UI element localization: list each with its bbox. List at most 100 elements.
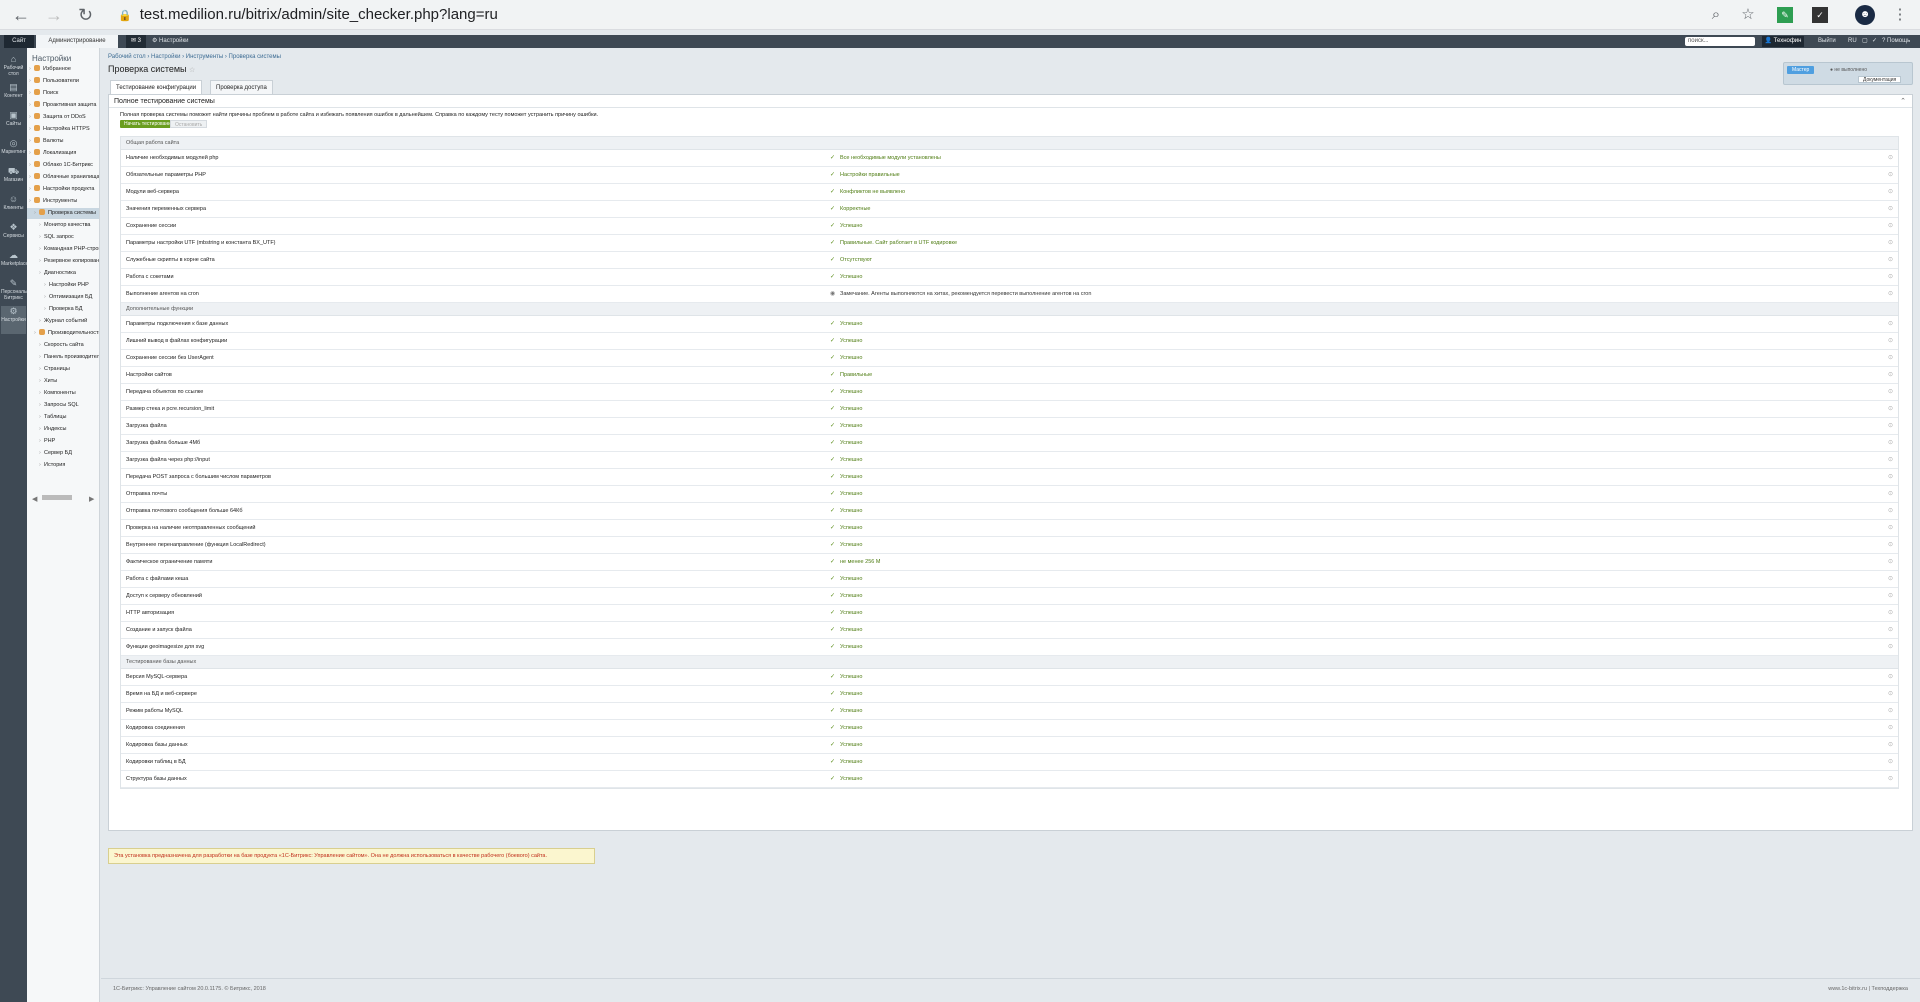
menu-item[interactable]: › Валюты bbox=[27, 136, 99, 147]
help-icon[interactable]: ⊙ bbox=[1888, 520, 1893, 536]
help-icon[interactable]: ⊙ bbox=[1888, 435, 1893, 451]
help-icon[interactable]: ⊙ bbox=[1888, 167, 1893, 183]
checklist-extension-icon[interactable]: ✓ bbox=[1812, 7, 1828, 23]
favorite-star-icon[interactable]: ☆ bbox=[189, 67, 195, 74]
help-icon[interactable]: ⊙ bbox=[1888, 286, 1893, 302]
menu-item[interactable]: › Инструменты bbox=[27, 196, 99, 207]
help-icon[interactable]: ⊙ bbox=[1888, 218, 1893, 234]
menu-item[interactable]: › Облако 1С-Битрикс bbox=[27, 160, 99, 171]
tab-site[interactable]: Сайт bbox=[4, 35, 34, 48]
menu-icon[interactable]: ⋮ bbox=[1889, 4, 1911, 26]
breadcrumb-item[interactable]: Рабочий стол bbox=[108, 54, 146, 60]
menu-item[interactable]: › Компоненты bbox=[27, 388, 99, 399]
star-icon[interactable]: ☆ bbox=[1737, 4, 1759, 26]
menu-item[interactable]: › Страницы bbox=[27, 364, 99, 375]
user-menu[interactable]: 👤 Технофин bbox=[1762, 36, 1804, 47]
help-icon[interactable]: ⊙ bbox=[1888, 235, 1893, 251]
menu-item[interactable]: › Поиск bbox=[27, 88, 99, 99]
help-icon[interactable]: ⊙ bbox=[1888, 469, 1893, 485]
nav-services[interactable]: ❖ Сервисы bbox=[1, 222, 26, 250]
menu-item[interactable]: › Сервер БД bbox=[27, 448, 99, 459]
help-icon[interactable]: ⊙ bbox=[1888, 486, 1893, 502]
nav-personal-bitrix[interactable]: ✎ Персональный Битрикс bbox=[1, 278, 36, 306]
menu-item[interactable]: › История bbox=[27, 460, 99, 471]
nav-marketplace[interactable]: ☁ Marketplace bbox=[1, 250, 28, 278]
help-icon[interactable]: ⊙ bbox=[1888, 605, 1893, 621]
help-icon[interactable]: ⊙ bbox=[1888, 503, 1893, 519]
menu-item[interactable]: › Облачные хранилища bbox=[27, 172, 99, 183]
menu-item[interactable]: ›Резервное копирование bbox=[27, 256, 99, 267]
menu-item[interactable]: ›Панель производительности bbox=[27, 352, 99, 363]
reload-icon[interactable]: ↻ bbox=[78, 5, 93, 25]
menu-item[interactable]: › Настройка HTTPS bbox=[27, 124, 99, 135]
nav-desktop[interactable]: ⌂ Рабочий стол bbox=[1, 54, 26, 82]
help-icon[interactable]: ⊙ bbox=[1888, 333, 1893, 349]
menu-item[interactable]: › Пользователи bbox=[27, 76, 99, 87]
menu-item[interactable]: › Хиты bbox=[27, 376, 99, 387]
collapse-icon[interactable]: ⌃ bbox=[1900, 95, 1906, 108]
breadcrumb-item[interactable]: Проверка системы bbox=[229, 54, 281, 60]
help-icon[interactable]: ⊙ bbox=[1888, 737, 1893, 753]
help-icon[interactable]: ⊙ bbox=[1888, 269, 1893, 285]
help-icon[interactable]: ⊙ bbox=[1888, 622, 1893, 638]
notification-counter[interactable]: ✉ 3 bbox=[126, 35, 146, 48]
help-icon[interactable]: ⊙ bbox=[1888, 771, 1893, 787]
menu-item[interactable]: › Командная PHP-строка bbox=[27, 244, 99, 255]
menu-item[interactable]: › Избранное bbox=[27, 64, 99, 75]
logout-link[interactable]: Выйти bbox=[1818, 35, 1836, 48]
nav-clients[interactable]: ☺ Клиенты bbox=[1, 194, 26, 222]
help-icon[interactable]: ⊙ bbox=[1888, 252, 1893, 268]
help-icon[interactable]: ⊙ bbox=[1888, 367, 1893, 383]
extension-icon[interactable]: ✎ bbox=[1777, 7, 1793, 23]
master-button[interactable]: Мастер bbox=[1787, 66, 1815, 74]
panel-header[interactable]: Полное тестирование системы ⌃ bbox=[109, 95, 1912, 108]
help-icon[interactable]: ⊙ bbox=[1888, 184, 1893, 200]
menu-horizontal-scrollbar[interactable]: ◀ ▶ bbox=[32, 494, 96, 503]
nav-content[interactable]: ▤ Контент bbox=[1, 82, 26, 110]
language-switch[interactable]: RU bbox=[1848, 35, 1857, 48]
admin-search-input[interactable]: поиск... bbox=[1685, 37, 1755, 46]
nav-settings[interactable]: ⚙ Настройки bbox=[1, 306, 26, 334]
menu-item[interactable]: › PHP bbox=[27, 436, 99, 447]
help-icon[interactable]: ⊙ bbox=[1888, 686, 1893, 702]
help-link[interactable]: ? Помощь bbox=[1882, 35, 1910, 48]
menu-item[interactable]: › Настройки PHP bbox=[27, 280, 99, 291]
help-icon[interactable]: ⊙ bbox=[1888, 401, 1893, 417]
forward-icon[interactable]: → bbox=[45, 5, 63, 25]
help-icon[interactable]: ⊙ bbox=[1888, 350, 1893, 366]
help-icon[interactable]: ⊙ bbox=[1888, 418, 1893, 434]
documentation-button[interactable]: Документация bbox=[1858, 76, 1902, 83]
menu-item[interactable]: › Монитор качества bbox=[27, 220, 99, 231]
tab-config-test[interactable]: Тестирование конфигурации bbox=[110, 80, 203, 94]
menu-item[interactable]: › Журнал событий bbox=[27, 316, 99, 327]
help-icon[interactable]: ⊙ bbox=[1888, 754, 1893, 770]
menu-item[interactable]: › Защита от DDoS bbox=[27, 112, 99, 123]
help-icon[interactable]: ⊙ bbox=[1888, 639, 1893, 655]
help-icon[interactable]: ⊙ bbox=[1888, 150, 1893, 166]
help-icon[interactable]: ⊙ bbox=[1888, 537, 1893, 553]
back-icon[interactable]: ← bbox=[12, 5, 30, 25]
tab-admin[interactable]: Администрирование bbox=[36, 35, 118, 48]
help-icon[interactable]: ⊙ bbox=[1888, 571, 1893, 587]
breadcrumb-item[interactable]: Инструменты bbox=[186, 54, 223, 60]
breadcrumb-item[interactable]: Настройки bbox=[151, 54, 180, 60]
settings-link[interactable]: ⚙ Настройки bbox=[152, 35, 188, 48]
menu-item[interactable]: › Проверка системы bbox=[27, 208, 99, 219]
menu-item[interactable]: › Локализация bbox=[27, 148, 99, 159]
menu-item[interactable]: › Скорость сайта bbox=[27, 340, 99, 351]
menu-item[interactable]: › Производительность bbox=[27, 328, 99, 339]
menu-item[interactable]: › Проверка БД bbox=[27, 304, 99, 315]
help-icon[interactable]: ⊙ bbox=[1888, 452, 1893, 468]
menu-item[interactable]: › Оптимизация БД bbox=[27, 292, 99, 303]
help-icon[interactable]: ⊙ bbox=[1888, 384, 1893, 400]
zoom-icon[interactable]: ⌕ bbox=[1705, 4, 1727, 26]
menu-item[interactable]: › Настройки продукта bbox=[27, 184, 99, 195]
tab-access-check[interactable]: Проверка доступа bbox=[210, 80, 273, 94]
nav-sites[interactable]: ▣ Сайты bbox=[1, 110, 26, 138]
address-bar[interactable]: 🔒 test.medilion.ru/bitrix/admin/site_chec… bbox=[118, 4, 1488, 26]
window-icon[interactable]: ▢ bbox=[1862, 35, 1868, 48]
menu-item[interactable]: › Таблицы bbox=[27, 412, 99, 423]
menu-item[interactable]: › Запросы SQL bbox=[27, 400, 99, 411]
help-icon[interactable]: ⊙ bbox=[1888, 316, 1893, 332]
profile-avatar[interactable]: ☻ bbox=[1855, 5, 1875, 25]
